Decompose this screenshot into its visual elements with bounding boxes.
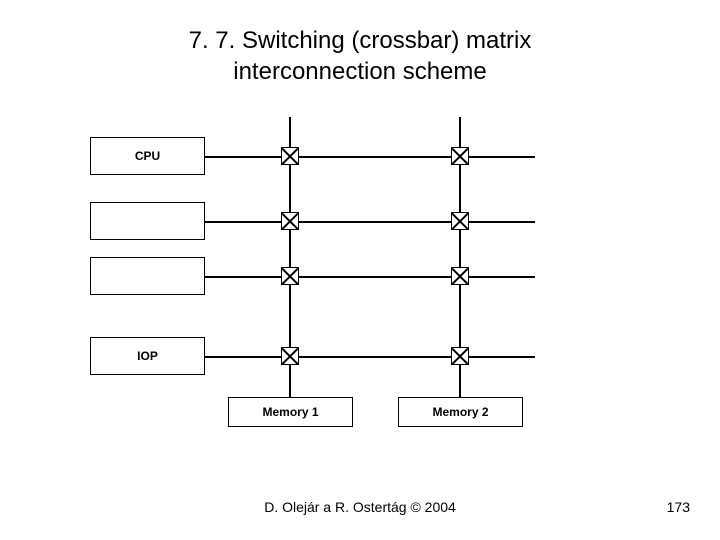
crosspoint-icon (451, 347, 469, 365)
row-box-iop: IOP (90, 337, 205, 375)
crossbar-diagram: CPU IOP Memory 1 Memory 2 (0, 87, 720, 447)
hline-3 (205, 276, 535, 278)
page-number: 173 (667, 499, 690, 515)
hline-2 (205, 221, 535, 223)
col-box-memory1: Memory 1 (228, 397, 353, 427)
hline-1 (205, 156, 535, 158)
crosspoint-icon (281, 267, 299, 285)
crosspoint-icon (281, 147, 299, 165)
title-line-2: interconnection scheme (0, 56, 720, 87)
crosspoint-icon (281, 347, 299, 365)
col-label: Memory 2 (432, 405, 488, 419)
row-box-3 (90, 257, 205, 295)
crosspoint-icon (451, 212, 469, 230)
row-label: IOP (137, 349, 158, 363)
col-box-memory2: Memory 2 (398, 397, 523, 427)
col-label: Memory 1 (262, 405, 318, 419)
crosspoint-icon (451, 267, 469, 285)
row-box-2 (90, 202, 205, 240)
title-line-1: 7. 7. Switching (crossbar) matrix (0, 25, 720, 56)
footer-text: D. Olejár a R. Ostertág © 2004 (0, 499, 720, 515)
row-box-cpu: CPU (90, 137, 205, 175)
crosspoint-icon (451, 147, 469, 165)
row-label: CPU (135, 149, 160, 163)
crosspoint-icon (281, 212, 299, 230)
page-title: 7. 7. Switching (crossbar) matrix interc… (0, 0, 720, 87)
hline-4 (205, 356, 535, 358)
